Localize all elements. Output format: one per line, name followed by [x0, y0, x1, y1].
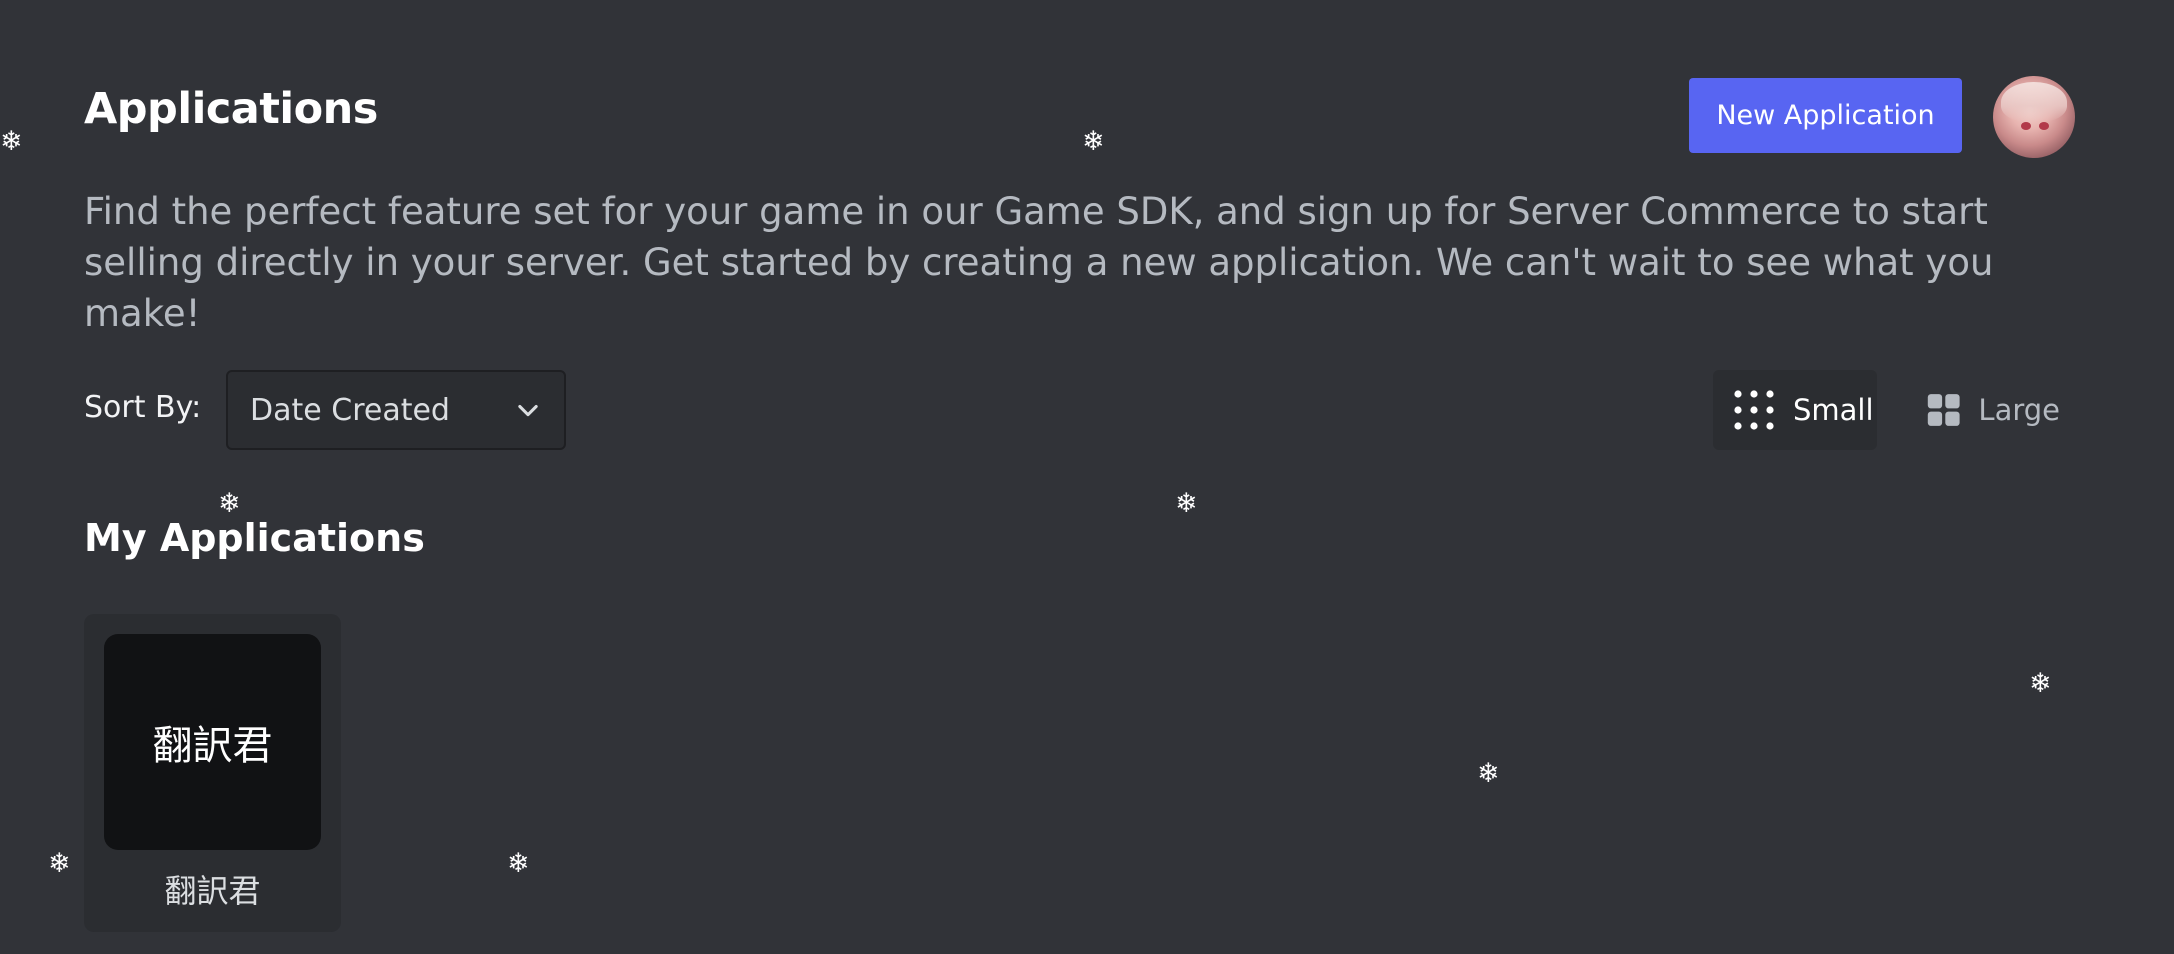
view-large-label: Large — [1978, 393, 2060, 427]
page-description: Find the perfect feature set for your ga… — [84, 190, 1994, 335]
view-small-toggle[interactable]: Small — [1713, 370, 1877, 450]
user-avatar[interactable] — [1993, 76, 2075, 158]
snowflake-icon: ❄ — [0, 126, 23, 157]
large-grid-icon — [1927, 394, 1960, 426]
page-title: Applications — [84, 84, 378, 134]
sort-by-select[interactable]: Date Created — [226, 370, 566, 450]
application-icon: 翻訳君 — [104, 634, 321, 850]
chevron-down-icon — [518, 404, 538, 417]
new-application-button[interactable]: New Application — [1689, 78, 1962, 153]
application-name: 翻訳君 — [164, 872, 261, 910]
snowflake-icon: ❄ — [1175, 488, 1198, 519]
snowflake-icon: ❄ — [218, 488, 241, 519]
snowflake-icon: ❄ — [1082, 126, 1105, 157]
snowflake-icon: ❄ — [507, 848, 530, 879]
avatar-eye-left — [2021, 122, 2031, 130]
my-applications-heading: My Applications — [84, 516, 425, 560]
sort-by-label: Sort By: — [84, 390, 202, 425]
sort-by-selected-value: Date Created — [250, 392, 450, 428]
view-small-label: Small — [1793, 393, 1874, 427]
snowflake-icon: ❄ — [48, 848, 71, 879]
avatar-eye-right — [2039, 122, 2049, 130]
application-card[interactable]: 翻訳君 翻訳君 — [84, 614, 341, 932]
small-grid-icon — [1734, 390, 1774, 430]
view-large-toggle[interactable]: Large — [1910, 370, 2060, 450]
snowflake-icon: ❄ — [2029, 668, 2052, 699]
snowflake-icon: ❄ — [1477, 758, 1500, 789]
avatar-hair — [2001, 82, 2067, 122]
